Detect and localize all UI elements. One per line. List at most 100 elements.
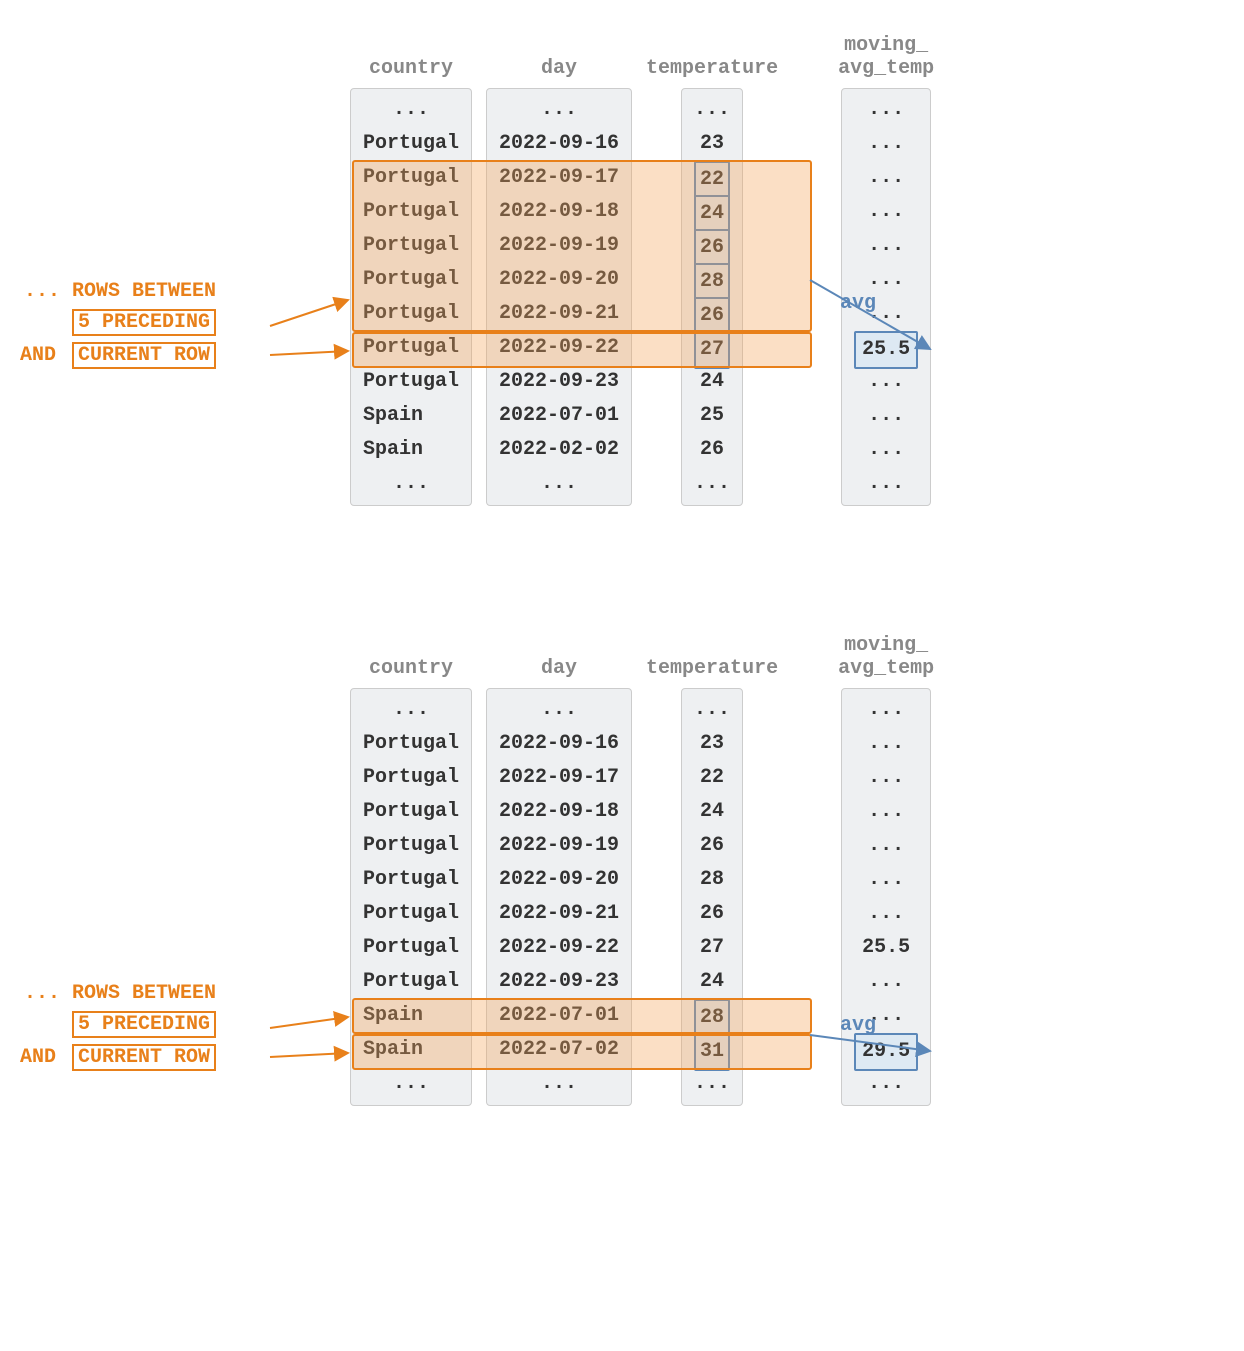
- column-moving-avg: moving_ avg_temp .....................25…: [838, 20, 934, 506]
- moving-avg-cell: ...: [842, 433, 930, 467]
- day-cell: 2022-09-16: [487, 127, 631, 161]
- country-cell: Portugal: [351, 331, 471, 365]
- moving-avg-cell: ...: [842, 829, 930, 863]
- day-cell: 2022-07-01: [487, 999, 631, 1033]
- moving-avg-cell: ...: [842, 897, 930, 931]
- country-cell: Portugal: [351, 897, 471, 931]
- temperature-cell: 26: [682, 829, 742, 863]
- header-day: day: [541, 20, 577, 80]
- country-cell: Portugal: [351, 761, 471, 795]
- country-cell: Portugal: [351, 195, 471, 229]
- temperature-cell: 24: [682, 365, 742, 399]
- temperature-cell: 24: [682, 965, 742, 999]
- window-clause-labels: ... ROWS BETWEEN 5 PRECEDING AND CURRENT…: [20, 982, 216, 1077]
- temperature-cell: ...: [682, 693, 742, 727]
- country-cell: Spain: [351, 399, 471, 433]
- moving-avg-cell: 29.5: [842, 1033, 930, 1067]
- country-cell: Portugal: [351, 127, 471, 161]
- moving-avg-cell: ...: [842, 229, 930, 263]
- moving-avg-cell: ...: [842, 727, 930, 761]
- day-cell: 2022-09-20: [487, 263, 631, 297]
- country-cell: Portugal: [351, 795, 471, 829]
- column-country: country ...PortugalPortugalPortugalPortu…: [350, 620, 472, 1106]
- column-temperature: temperature ...23222426282627242526...: [646, 20, 778, 506]
- day-cell: 2022-09-21: [487, 897, 631, 931]
- day-cell: 2022-09-17: [487, 761, 631, 795]
- day-cell: 2022-07-02: [487, 1033, 631, 1067]
- day-cell: ...: [487, 693, 631, 727]
- data-table-1: country ...PortugalPortugalPortugalPortu…: [350, 20, 934, 506]
- country-cell: Spain: [351, 1033, 471, 1067]
- temperature-cell: ...: [682, 93, 742, 127]
- moving-avg-cell: ...: [842, 863, 930, 897]
- temperature-cell: 31: [682, 1033, 742, 1067]
- temperature-cell: 24: [682, 795, 742, 829]
- moving-avg-cell: ...: [842, 195, 930, 229]
- diagram-moving-avg-1: ... ROWS BETWEEN 5 PRECEDING AND CURRENT…: [20, 20, 1224, 540]
- country-cell: ...: [351, 1067, 471, 1101]
- country-cell: Portugal: [351, 263, 471, 297]
- country-cell: ...: [351, 467, 471, 501]
- temperature-cell: 24: [682, 195, 742, 229]
- rows-between-label: ... ROWS BETWEEN: [24, 982, 216, 1005]
- day-cell: 2022-09-20: [487, 863, 631, 897]
- day-cell: 2022-09-19: [487, 229, 631, 263]
- header-temperature: temperature: [646, 20, 778, 80]
- moving-avg-cell: ...: [842, 467, 930, 501]
- and-label: AND: [20, 344, 56, 367]
- header-moving-avg: moving_ avg_temp: [838, 620, 934, 680]
- country-cell: ...: [351, 693, 471, 727]
- and-label: AND: [20, 1046, 56, 1069]
- day-cell: 2022-09-22: [487, 331, 631, 365]
- day-cell: 2022-02-02: [487, 433, 631, 467]
- day-cell: ...: [487, 1067, 631, 1101]
- country-cell: Spain: [351, 999, 471, 1033]
- moving-avg-cell: ...: [842, 795, 930, 829]
- country-cell: Spain: [351, 433, 471, 467]
- temperature-cell: 28: [682, 999, 742, 1033]
- window-clause-labels: ... ROWS BETWEEN 5 PRECEDING AND CURRENT…: [20, 280, 216, 375]
- temperature-cell: 26: [682, 297, 742, 331]
- header-country: country: [369, 620, 453, 680]
- column-temperature: temperature ...23222426282627242831...: [646, 620, 778, 1106]
- temperature-cell: 28: [682, 863, 742, 897]
- moving-avg-cell: ...: [842, 127, 930, 161]
- day-cell: 2022-09-19: [487, 829, 631, 863]
- country-cell: Portugal: [351, 829, 471, 863]
- day-cell: 2022-09-18: [487, 795, 631, 829]
- day-cell: 2022-09-17: [487, 161, 631, 195]
- header-temperature: temperature: [646, 620, 778, 680]
- day-cell: 2022-09-23: [487, 965, 631, 999]
- temperature-cell: 27: [682, 331, 742, 365]
- temperature-cell: 28: [682, 263, 742, 297]
- moving-avg-cell: ...: [842, 693, 930, 727]
- moving-avg-cell: ...: [842, 965, 930, 999]
- rows-between-label: ... ROWS BETWEEN: [24, 280, 216, 303]
- temperature-cell: 25: [682, 399, 742, 433]
- country-cell: Portugal: [351, 229, 471, 263]
- avg-arrow-label: avg: [840, 1014, 876, 1037]
- temperature-cell: 23: [682, 727, 742, 761]
- temperature-cell: ...: [682, 467, 742, 501]
- country-cell: Portugal: [351, 931, 471, 965]
- moving-avg-cell: ...: [842, 93, 930, 127]
- preceding-label: 5 PRECEDING: [72, 309, 216, 336]
- column-country: country ...PortugalPortugalPortugalPortu…: [350, 20, 472, 506]
- temperature-cell: 26: [682, 433, 742, 467]
- day-cell: ...: [487, 467, 631, 501]
- temperature-cell: 23: [682, 127, 742, 161]
- temperature-cell: 26: [682, 897, 742, 931]
- moving-avg-cell: ...: [842, 761, 930, 795]
- temperature-cell: 27: [682, 931, 742, 965]
- current-row-label: CURRENT ROW: [72, 342, 216, 369]
- column-day: day ...2022-09-162022-09-172022-09-18202…: [486, 620, 632, 1106]
- day-cell: 2022-09-23: [487, 365, 631, 399]
- temperature-cell: ...: [682, 1067, 742, 1101]
- current-row-label: CURRENT ROW: [72, 1044, 216, 1071]
- moving-avg-cell: ...: [842, 365, 930, 399]
- day-cell: 2022-07-01: [487, 399, 631, 433]
- moving-avg-cell: ...: [842, 161, 930, 195]
- temperature-cell: 22: [682, 161, 742, 195]
- column-day: day ...2022-09-162022-09-172022-09-18202…: [486, 20, 632, 506]
- moving-avg-cell: 25.5: [842, 331, 930, 365]
